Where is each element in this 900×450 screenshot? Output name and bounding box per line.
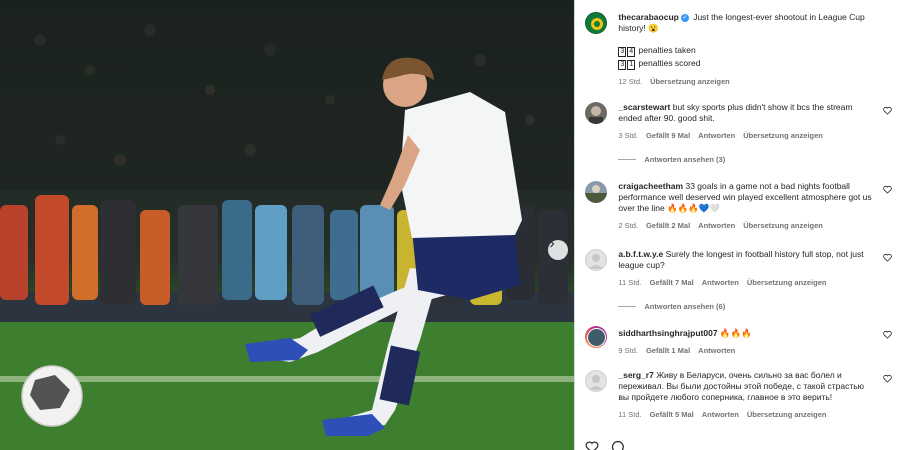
comment-likes[interactable]: Gefällt 5 Mal <box>650 410 694 419</box>
translate-link[interactable]: Übersetzung anzeigen <box>747 278 827 287</box>
comments-panel[interactable]: thecarabaocup ✓ Just the longest-ever sho… <box>574 0 900 450</box>
comment-item: _serg_r7 Живу в Беларуси, очень сильно з… <box>585 370 892 419</box>
heart-icon[interactable] <box>883 185 892 194</box>
stat2-digit-2: 1 <box>627 60 636 70</box>
post-media[interactable] <box>0 0 575 450</box>
comment-item: _scarstewart but sky sports plus didn't … <box>585 102 892 140</box>
heart-icon[interactable] <box>883 106 892 115</box>
penalty-kick-photo <box>0 0 575 450</box>
comment-time: 9 Std. <box>618 346 638 355</box>
stat1-digit-2: 4 <box>627 47 636 57</box>
stat1-digit-1: 3 <box>618 47 627 57</box>
stat2-digit-1: 3 <box>618 60 627 70</box>
caption-translate-link[interactable]: Übersetzung anzeigen <box>650 77 730 86</box>
comment-username[interactable]: _scarstewart <box>618 102 670 112</box>
comment-likes[interactable]: Gefällt 9 Mal <box>646 131 690 140</box>
translate-link[interactable]: Übersetzung anzeigen <box>743 221 823 230</box>
next-arrow-icon <box>550 240 555 248</box>
comment-icon[interactable] <box>611 440 625 450</box>
reply-button[interactable]: Antworten <box>702 410 739 419</box>
comment-likes[interactable]: Gefällt 7 Mal <box>650 278 694 287</box>
avatar[interactable] <box>585 181 608 203</box>
comment-item: craigacheetham 33 goals in a game not a … <box>585 181 892 230</box>
avatar[interactable] <box>585 326 608 348</box>
post-caption: thecarabaocup ✓ Just the longest-ever sho… <box>585 12 892 86</box>
action-bar <box>585 440 625 450</box>
translate-link[interactable]: Übersetzung anzeigen <box>747 410 827 419</box>
heart-icon[interactable] <box>883 253 892 262</box>
carabao-logo-icon[interactable] <box>585 12 608 34</box>
comment-time: 11 Std. <box>618 410 642 419</box>
comment-likes[interactable]: Gefällt 1 Mal <box>646 346 690 355</box>
avatar[interactable] <box>585 370 608 392</box>
translate-link[interactable]: Übersetzung anzeigen <box>743 131 823 140</box>
comment-username[interactable]: siddharthsinghrajput007 <box>618 328 717 338</box>
comment-item: siddharthsinghrajput007 🔥🔥🔥 9 Std. Gefäl… <box>585 326 892 355</box>
comment-time: 2 Std. <box>618 221 638 230</box>
comment-text: Живу в Беларуси, очень сильно за вас бол… <box>618 370 865 402</box>
heart-icon[interactable] <box>883 330 892 339</box>
avatar[interactable] <box>585 102 608 124</box>
comment-username[interactable]: a.b.f.t.w.y.e <box>618 249 663 259</box>
avatar[interactable] <box>585 249 608 271</box>
caption-username[interactable]: thecarabaocup <box>618 12 678 22</box>
stat1-text: penalties taken <box>638 45 696 55</box>
football-ball <box>21 365 83 427</box>
comment-time: 11 Std. <box>618 278 642 287</box>
comment-item: a.b.f.t.w.y.e Surely the longest in foot… <box>585 249 892 287</box>
heart-icon[interactable] <box>883 374 892 383</box>
comment-likes[interactable]: Gefällt 2 Mal <box>646 221 690 230</box>
stat2-text: penalties scored <box>638 58 701 68</box>
reply-button[interactable]: Antworten <box>698 131 735 140</box>
view-replies-button[interactable]: Antworten ansehen (6) <box>618 302 725 311</box>
reply-button[interactable]: Antworten <box>698 221 735 230</box>
verified-icon: ✓ <box>680 13 689 22</box>
comment-username[interactable]: craigacheetham <box>618 181 683 191</box>
reply-button[interactable]: Antworten <box>702 278 739 287</box>
view-replies-button[interactable]: Antworten ansehen (3) <box>618 155 725 164</box>
reply-button[interactable]: Antworten <box>698 346 735 355</box>
comment-text: 🔥🔥🔥 <box>719 328 752 338</box>
comment-time: 3 Std. <box>618 131 638 140</box>
like-icon[interactable] <box>585 440 599 450</box>
caption-time: 12 Std. <box>618 77 643 86</box>
comment-username[interactable]: _serg_r7 <box>618 370 653 380</box>
